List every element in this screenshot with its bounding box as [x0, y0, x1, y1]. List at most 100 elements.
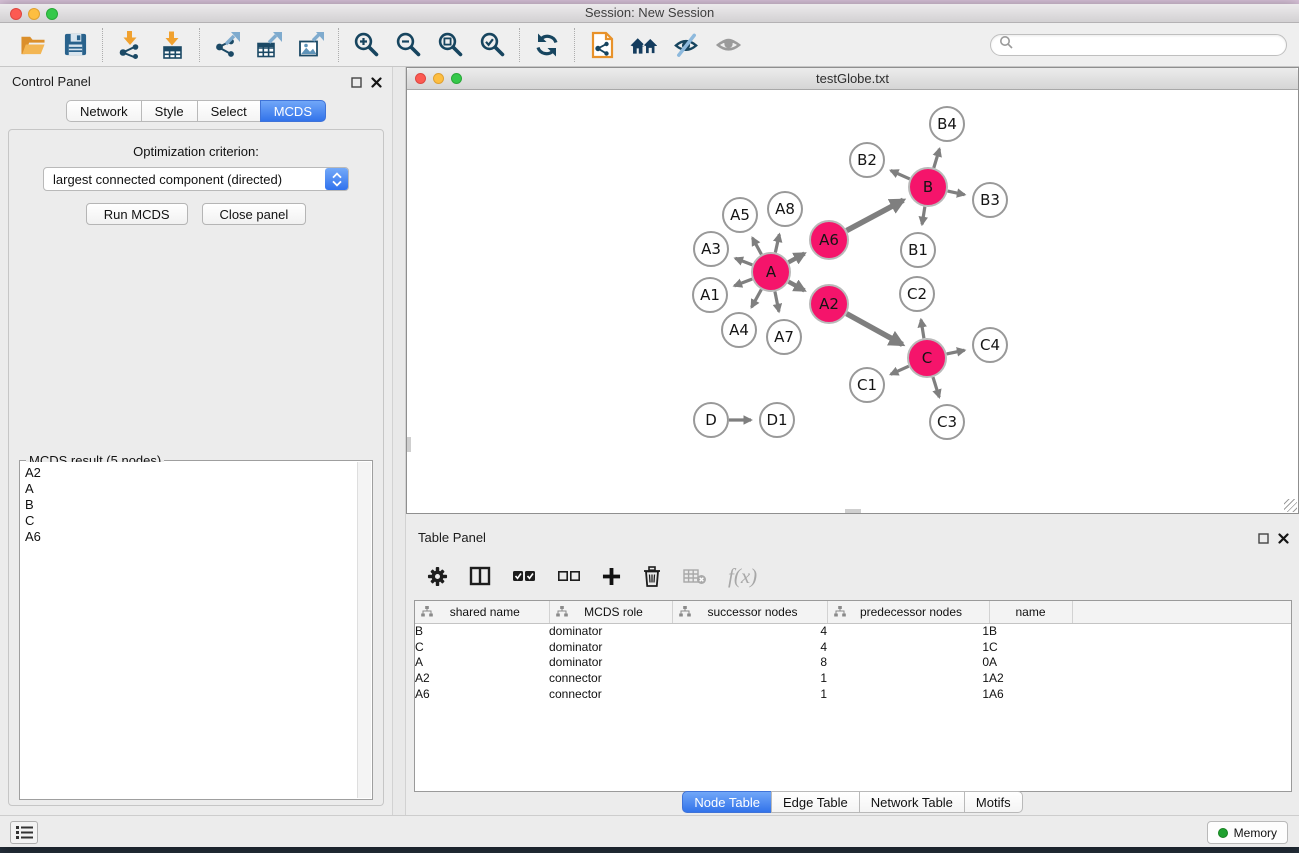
table-row[interactable]: A6connector11A6 [415, 686, 1291, 702]
table-cell[interactable]: 1 [672, 686, 827, 702]
graph-node-A7[interactable]: A7 [767, 320, 801, 354]
tab-network[interactable]: Network [66, 100, 142, 122]
table-row[interactable]: Cdominator41C [415, 639, 1291, 655]
zoom-fit-icon[interactable] [434, 29, 466, 61]
network-minimize-button[interactable] [433, 73, 444, 84]
save-session-icon[interactable] [59, 29, 91, 61]
table-cell[interactable]: A6 [415, 686, 549, 702]
mcds-result-item[interactable]: C [25, 513, 357, 529]
table-cell[interactable]: dominator [549, 639, 672, 655]
table-cell[interactable]: A [415, 654, 549, 670]
graph-edge-A-A3[interactable] [735, 258, 752, 265]
graph-edge-C-C1[interactable] [891, 366, 909, 374]
network-window-titlebar[interactable]: testGlobe.txt [407, 68, 1298, 90]
tab-select[interactable]: Select [197, 100, 261, 122]
graph-edge-A-A7[interactable] [775, 292, 779, 312]
table-cell[interactable]: 1 [827, 623, 989, 639]
graph-node-A3[interactable]: A3 [694, 232, 728, 266]
mcds-result-item[interactable]: B [25, 497, 357, 513]
table-row[interactable]: Adominator80A [415, 654, 1291, 670]
tab-style[interactable]: Style [141, 100, 198, 122]
table-cell[interactable]: B [415, 623, 549, 639]
graph-edge-A-A2[interactable] [789, 282, 805, 291]
table-cell[interactable]: 1 [827, 670, 989, 686]
window-resize-grip[interactable] [1284, 499, 1297, 512]
search-input[interactable] [1018, 38, 1278, 52]
network-close-button[interactable] [415, 73, 426, 84]
vertical-scrollbar-thumb[interactable] [407, 437, 411, 452]
import-table-icon[interactable] [156, 29, 188, 61]
column-header-shared-name[interactable]: shared name [415, 601, 549, 623]
network-canvas[interactable]: AA1A2A3A4A5A6A7A8BB1B2B3B4CC1C2C3C4DD1 [407, 90, 1298, 513]
tab-motifs[interactable]: Motifs [964, 791, 1023, 813]
table-row[interactable]: A2connector11A2 [415, 670, 1291, 686]
run-mcds-button[interactable]: Run MCDS [86, 203, 188, 225]
graph-edge-B-B4[interactable] [934, 149, 940, 168]
unselect-all-icon[interactable] [557, 560, 581, 592]
table-cell[interactable]: dominator [549, 654, 672, 670]
mcds-result-item[interactable]: A6 [25, 529, 357, 545]
minimize-window-button[interactable] [28, 8, 40, 20]
network-maximize-button[interactable] [451, 73, 462, 84]
maximize-window-button[interactable] [46, 8, 58, 20]
table-cell[interactable]: 1 [827, 686, 989, 702]
graph-node-A8[interactable]: A8 [768, 192, 802, 226]
table-cell[interactable]: connector [549, 670, 672, 686]
import-network-icon[interactable] [114, 29, 146, 61]
mcds-result-item[interactable]: A2 [25, 465, 357, 481]
zoom-selected-icon[interactable] [476, 29, 508, 61]
export-image-icon[interactable] [295, 29, 327, 61]
table-cell[interactable]: C [989, 639, 1072, 655]
result-scrollbar[interactable] [357, 462, 371, 798]
open-file-icon[interactable] [17, 29, 49, 61]
column-header-MCDS-role[interactable]: MCDS role [549, 601, 672, 623]
close-panel-icon[interactable] [371, 75, 382, 93]
table-cell[interactable]: A6 [989, 686, 1072, 702]
table-cell[interactable]: connector [549, 686, 672, 702]
network-graph[interactable]: AA1A2A3A4A5A6A7A8BB1B2B3B4CC1C2C3C4DD1 [407, 90, 1298, 513]
graph-node-C[interactable]: C [908, 339, 946, 377]
export-network-icon[interactable] [211, 29, 243, 61]
graph-edge-B-B1[interactable] [922, 207, 925, 225]
float-panel-icon[interactable] [351, 75, 362, 93]
table-cell[interactable]: dominator [549, 623, 672, 639]
zoom-in-icon[interactable] [350, 29, 382, 61]
column-header-successor-nodes[interactable]: successor nodes [672, 601, 827, 623]
table-cell[interactable]: 0 [827, 654, 989, 670]
horizontal-scrollbar-thumb[interactable] [845, 509, 861, 513]
graph-node-A5[interactable]: A5 [723, 198, 757, 232]
graph-edge-C-C3[interactable] [933, 377, 939, 397]
table-settings-icon[interactable] [427, 560, 448, 592]
tab-edge-table[interactable]: Edge Table [771, 791, 860, 813]
graph-node-A4[interactable]: A4 [722, 313, 756, 347]
mcds-result-item[interactable]: A [25, 481, 357, 497]
graph-edge-B-B2[interactable] [891, 171, 910, 179]
select-all-icon[interactable] [512, 560, 536, 592]
table-cell[interactable]: 1 [827, 639, 989, 655]
export-table-icon[interactable] [253, 29, 285, 61]
graph-edge-A-A4[interactable] [752, 290, 762, 308]
graph-node-B[interactable]: B [909, 168, 947, 206]
search-box[interactable] [990, 34, 1287, 56]
table-cell[interactable]: 4 [672, 639, 827, 655]
graph-edge-A2-C[interactable] [847, 314, 903, 345]
graph-node-D[interactable]: D [694, 403, 728, 437]
graph-edge-A-A5[interactable] [752, 238, 761, 255]
tab-node-table[interactable]: Node Table [682, 791, 772, 813]
close-window-button[interactable] [10, 8, 22, 20]
graph-node-C2[interactable]: C2 [900, 277, 934, 311]
criterion-select[interactable]: largest connected component (directed) [43, 167, 349, 191]
graph-node-B1[interactable]: B1 [901, 233, 935, 267]
graph-edge-C-C4[interactable] [947, 350, 965, 354]
table-cell[interactable]: 1 [672, 670, 827, 686]
graph-node-A[interactable]: A [752, 253, 790, 291]
hide-selected-icon[interactable] [670, 29, 702, 61]
first-neighbors-icon[interactable] [628, 29, 660, 61]
delete-row-icon[interactable] [642, 560, 662, 592]
float-table-panel-icon[interactable] [1258, 531, 1269, 549]
close-table-panel-icon[interactable] [1278, 531, 1289, 549]
graph-node-B2[interactable]: B2 [850, 143, 884, 177]
graph-node-A2[interactable]: A2 [810, 285, 848, 323]
select-stepper-icon[interactable] [325, 168, 348, 190]
close-panel-button[interactable]: Close panel [202, 203, 307, 225]
